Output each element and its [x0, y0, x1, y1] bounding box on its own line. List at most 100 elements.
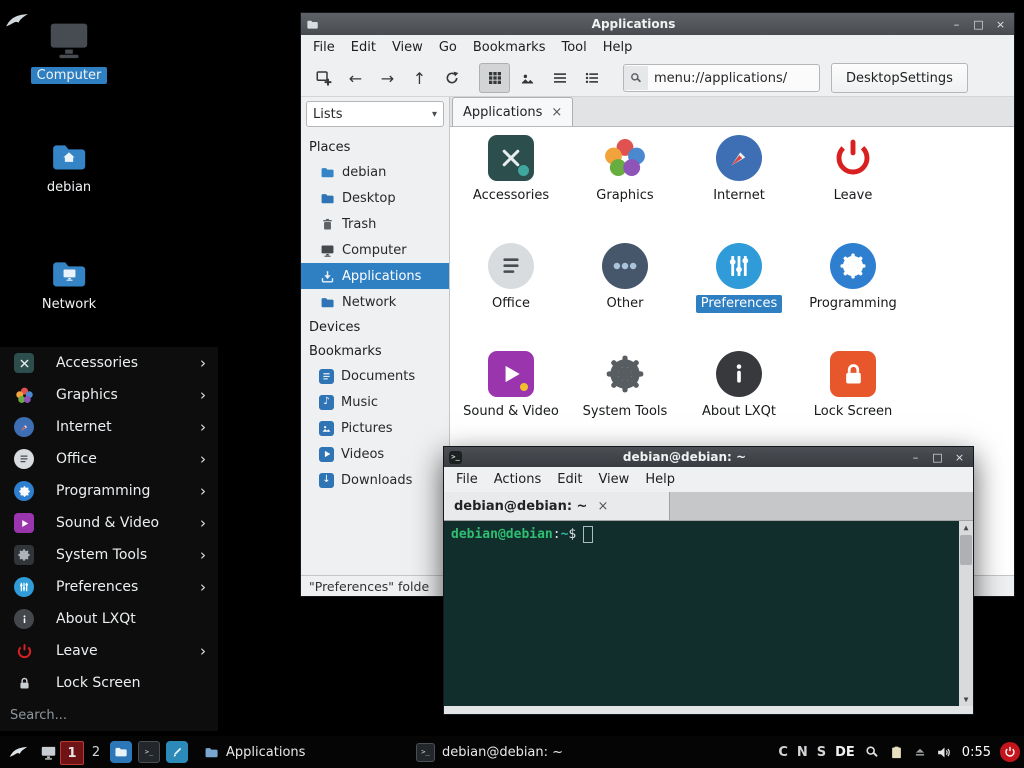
- reload-button[interactable]: [437, 64, 466, 92]
- menu-help[interactable]: Help: [637, 468, 683, 491]
- launcher-terminal[interactable]: >_: [138, 736, 160, 768]
- scroll-down-icon[interactable]: ▼: [964, 695, 969, 704]
- menu-bookmarks[interactable]: Bookmarks: [465, 36, 554, 59]
- close-button[interactable]: ×: [951, 450, 968, 464]
- start-menu-button[interactable]: [4, 736, 32, 768]
- menu-item-graphics[interactable]: Graphics ›: [0, 379, 218, 411]
- search-tray-icon[interactable]: [864, 744, 880, 760]
- app-item-other[interactable]: Other: [570, 243, 680, 313]
- workspace-1-button[interactable]: 1: [60, 741, 84, 765]
- thumbnail-view-button[interactable]: [513, 64, 542, 92]
- launcher-editor[interactable]: [166, 736, 188, 768]
- sidebar-item-debian[interactable]: debian: [301, 159, 449, 185]
- menu-go[interactable]: Go: [431, 36, 465, 59]
- workspace-2-button[interactable]: 2: [88, 736, 104, 768]
- compact-view-button[interactable]: [545, 64, 574, 92]
- sidebar-item-network[interactable]: Network: [301, 289, 449, 315]
- eject-tray-icon[interactable]: [913, 745, 927, 759]
- minimize-button[interactable]: –: [907, 450, 924, 464]
- menu-item-lock-screen[interactable]: Lock Screen: [0, 667, 218, 699]
- forward-button[interactable]: →: [373, 64, 402, 92]
- maximize-button[interactable]: □: [929, 450, 946, 464]
- sidebar-item-applications[interactable]: Applications: [301, 263, 449, 289]
- menu-item-sound-video[interactable]: Sound & Video ›: [0, 507, 218, 539]
- menu-search-input[interactable]: Search...: [0, 699, 218, 731]
- menu-item-about-lxqt[interactable]: About LXQt: [0, 603, 218, 635]
- tab-applications[interactable]: Applications ×: [452, 97, 573, 126]
- sidebar-item-pictures[interactable]: Pictures: [301, 415, 449, 441]
- desktop-settings-button[interactable]: DesktopSettings: [831, 63, 968, 93]
- clipboard-tray-icon[interactable]: [889, 745, 904, 760]
- sidebar-item-videos[interactable]: Videos: [301, 441, 449, 467]
- tab-close-icon[interactable]: ×: [597, 499, 608, 514]
- terminal-tab[interactable]: debian@debian: ~ ×: [444, 492, 670, 520]
- taskbar-task-applications[interactable]: Applications: [198, 736, 404, 768]
- volume-icon[interactable]: [936, 744, 953, 761]
- app-item-leave[interactable]: Leave: [798, 135, 908, 205]
- power-button[interactable]: [1000, 742, 1020, 762]
- menu-file[interactable]: File: [305, 36, 343, 59]
- app-item-lock-screen[interactable]: Lock Screen: [798, 351, 908, 421]
- app-item-programming[interactable]: Programming: [798, 243, 908, 313]
- maximize-button[interactable]: □: [970, 17, 987, 31]
- lists-combobox[interactable]: Lists ▾: [306, 101, 444, 127]
- back-button[interactable]: ←: [341, 64, 370, 92]
- menu-item-accessories[interactable]: Accessories ›: [0, 347, 218, 379]
- menu-actions[interactable]: Actions: [486, 468, 550, 491]
- app-item-sound-video[interactable]: Sound & Video: [456, 351, 566, 421]
- taskbar-task-terminal[interactable]: >_ debian@debian: ~: [410, 736, 608, 768]
- app-item-office[interactable]: Office: [456, 243, 566, 313]
- clock[interactable]: 0:55: [962, 745, 991, 760]
- caps-lock-indicator: C: [778, 745, 788, 760]
- menu-tool[interactable]: Tool: [553, 36, 594, 59]
- menu-item-internet[interactable]: Internet ›: [0, 411, 218, 443]
- menu-item-programming[interactable]: Programming ›: [0, 475, 218, 507]
- search-icon: [624, 66, 648, 90]
- app-item-graphics[interactable]: Graphics: [570, 135, 680, 205]
- up-button[interactable]: ↑: [405, 64, 434, 92]
- sidebar-item-computer[interactable]: Computer: [301, 237, 449, 263]
- menu-file[interactable]: File: [448, 468, 486, 491]
- detailed-view-button[interactable]: [577, 64, 606, 92]
- menu-edit[interactable]: Edit: [343, 36, 384, 59]
- menu-view[interactable]: View: [590, 468, 637, 491]
- launcher-file-manager[interactable]: [110, 736, 132, 768]
- menu-item-system-tools[interactable]: System Tools ›: [0, 539, 218, 571]
- terminal-screen[interactable]: debian@debian:~$ ▲ ▼: [444, 521, 973, 706]
- menu-item-office[interactable]: Office ›: [0, 443, 218, 475]
- path-bar[interactable]: menu://applications/: [623, 64, 820, 92]
- desktop-icon-debian[interactable]: debian: [19, 140, 119, 196]
- desktop-icon-computer[interactable]: Computer: [19, 16, 119, 84]
- tab-close-icon[interactable]: ×: [551, 105, 562, 120]
- downloads-icon: ↓: [319, 473, 334, 488]
- sidebar-item-downloads[interactable]: ↓ Downloads: [301, 467, 449, 493]
- app-item-internet[interactable]: Internet: [684, 135, 794, 205]
- terminal-titlebar[interactable]: >_ debian@debian: ~ – □ ×: [444, 447, 973, 467]
- menu-item-preferences[interactable]: Preferences ›: [0, 571, 218, 603]
- sidebar-item-desktop[interactable]: Desktop: [301, 185, 449, 211]
- menu-view[interactable]: View: [384, 36, 431, 59]
- app-item-accessories[interactable]: Accessories: [456, 135, 566, 205]
- desktop-icon-network[interactable]: Network: [19, 257, 119, 313]
- menu-item-leave[interactable]: Leave ›: [0, 635, 218, 667]
- menu-edit[interactable]: Edit: [549, 468, 590, 491]
- sidebar-item-music[interactable]: ♪ Music: [301, 389, 449, 415]
- scroll-up-icon[interactable]: ▲: [964, 523, 969, 532]
- scrollbar-thumb[interactable]: [960, 535, 972, 565]
- close-button[interactable]: ×: [992, 17, 1009, 31]
- app-item-preferences[interactable]: Preferences: [684, 243, 794, 313]
- terminal-scrollbar[interactable]: ▲ ▼: [959, 521, 973, 706]
- app-item-system-tools[interactable]: System Tools: [570, 351, 680, 421]
- app-item-about-lxqt[interactable]: About LXQt: [684, 351, 794, 421]
- computer-icon: [319, 242, 335, 258]
- keyboard-layout-indicator[interactable]: DE: [835, 745, 855, 760]
- minimize-button[interactable]: –: [948, 17, 965, 31]
- icon-view-button[interactable]: [479, 63, 510, 93]
- fm-menubar: File Edit View Go Bookmarks Tool Help: [301, 35, 1014, 60]
- sidebar-item-trash[interactable]: Trash: [301, 211, 449, 237]
- fm-titlebar[interactable]: Applications – □ ×: [301, 13, 1014, 35]
- sidebar-item-documents[interactable]: Documents: [301, 363, 449, 389]
- show-desktop-button[interactable]: [36, 736, 60, 768]
- menu-help[interactable]: Help: [595, 36, 641, 59]
- new-tab-button[interactable]: [309, 64, 338, 92]
